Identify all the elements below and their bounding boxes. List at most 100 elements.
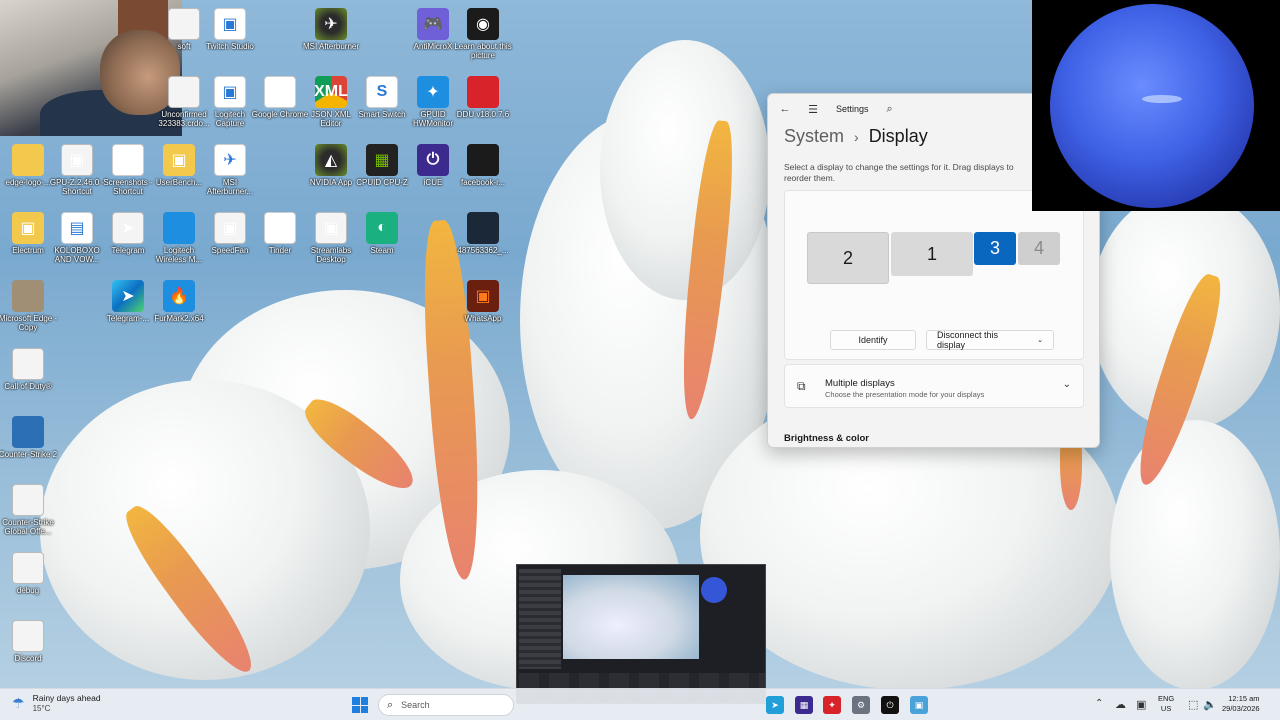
icon-unconfirmed-download-icon	[168, 76, 200, 108]
desktop-icon-label: Call of Duty®	[4, 382, 52, 391]
icon-electrum-icon: ▣	[12, 212, 44, 244]
desktop-icon-label: facebook-r...	[460, 178, 506, 187]
expand-chevron-icon[interactable]: ⌄	[1063, 379, 1071, 390]
show-hidden-icons-chevron[interactable]: ⌃	[1095, 698, 1103, 709]
icon-smart-switch-icon: S	[366, 76, 398, 108]
desktop-icon-label: Discord	[14, 654, 42, 663]
back-arrow-icon[interactable]: ←	[778, 103, 792, 115]
weather-title: Rainy days ahead	[32, 693, 101, 703]
icon-discord[interactable]: Discord	[0, 620, 58, 663]
icon-call-of-duty[interactable]: Call of Duty®	[0, 348, 58, 391]
icon-csgo-icon	[12, 484, 44, 516]
icon-msi-afterburner-2[interactable]: ✈ MSI Afterburner...	[200, 144, 260, 196]
chevron-right-icon: ›	[854, 128, 859, 145]
monitor-2[interactable]: 2	[807, 232, 889, 284]
chevron-down-icon: ⌄	[1037, 337, 1043, 344]
weather-temp: 15°C	[32, 704, 51, 713]
icon-whatsapp[interactable]: ▣ WhatsApp	[453, 280, 513, 323]
taskbar-search[interactable]: ⌕ Search	[378, 694, 514, 716]
icon-facebook-folder[interactable]: facebook-r...	[453, 144, 513, 187]
icon-edge-copy-icon	[12, 280, 44, 312]
taskbar: ☂ Rainy days ahead 15°C ⌕ Search ➤ ▦ ✦ ⚙…	[0, 688, 1280, 720]
icon-csgo[interactable]: Counter-Strike Global Offe...	[0, 484, 58, 536]
monitor-1[interactable]: 1	[891, 232, 973, 276]
settings-gear-icon[interactable]: ⚙	[852, 696, 870, 714]
volume-icon[interactable]: 🔈	[1203, 698, 1217, 711]
desktop-icon-label: Counter-Strike 2	[0, 450, 58, 459]
icon-screenshots-icon	[112, 144, 144, 176]
system-clock[interactable]: 12:15 am 29/03/2026	[1222, 694, 1260, 714]
breadcrumb: System › Display	[784, 126, 928, 147]
icon-google-chrome-icon	[264, 76, 296, 108]
icon-ddu[interactable]: DDU v18.0.7.6	[453, 76, 513, 119]
multiple-displays-title: Multiple displays	[825, 378, 895, 389]
hamburger-menu-icon[interactable]: ☰	[806, 103, 820, 116]
cpuz-taskbar-icon[interactable]: ▦	[795, 696, 813, 714]
icon-json-xml-editor-icon: XML	[314, 76, 348, 108]
network-icon[interactable]: ☁	[1115, 698, 1126, 711]
display-hint-text: Select a display to change the settings …	[784, 162, 1014, 183]
start-button[interactable]	[352, 697, 368, 713]
tray-app-icon[interactable]: ▣	[1136, 698, 1146, 711]
icon-furmark-icon: 🔥	[163, 280, 195, 312]
icue-taskbar-icon[interactable]: ⏻	[881, 696, 899, 714]
search-placeholder: Search	[401, 700, 430, 710]
multiple-displays-card[interactable]: ⧉ Multiple displays Choose the presentat…	[784, 364, 1084, 408]
icon-speedfan-icon: ▣	[214, 212, 246, 244]
desktop-icon-label: FurMark2.x64	[154, 314, 204, 323]
icon-twitch-studio[interactable]: ▣ Twitch Studio	[200, 8, 260, 51]
monitor-4[interactable]: 4	[1018, 232, 1060, 265]
search-icon: ⌕	[387, 698, 394, 711]
icon-edge-logo-icon	[12, 144, 44, 176]
icon-gpuz-icon: ▣	[61, 144, 93, 176]
icon-steam[interactable]: ◐ Steam	[352, 212, 412, 255]
icon-logitech-wireless-icon	[163, 212, 195, 244]
notification-icon[interactable]: ⬚	[1188, 698, 1198, 711]
icon-learn-about-picture[interactable]: ◉ Learn about this picture	[453, 8, 513, 60]
identify-label: Identify	[858, 335, 888, 345]
display-taskbar-icon[interactable]: ▣	[910, 696, 928, 714]
icon-ddu-icon	[467, 76, 499, 108]
weather-widget[interactable]: ☂ Rainy days ahead 15°C	[12, 693, 101, 714]
telegram-taskbar-icon[interactable]: ➤	[766, 696, 784, 714]
icon-cpuz-icon: ▦	[366, 144, 398, 176]
icon-koloboxo-icon: ▤	[61, 212, 93, 244]
neptune-planet	[1050, 4, 1254, 208]
icon-logitech-capture-icon: ▣	[214, 76, 246, 108]
rain-cloud-icon: ☂	[12, 695, 25, 711]
icon-whatsapp-icon: ▣	[467, 280, 499, 312]
icon-icue-icon: ⏻	[417, 144, 449, 176]
icon-nvidia-app-icon: ◭	[315, 144, 347, 176]
disconnect-display-dropdown[interactable]: Disconnect this display ⌄	[926, 330, 1054, 350]
icon-twitch-studio-icon: ▣	[214, 8, 246, 40]
identify-button[interactable]: Identify	[830, 330, 916, 350]
icon-learn-about-picture-icon: ◉	[467, 8, 499, 40]
icon-msi-afterburner-2-icon: ✈	[214, 144, 246, 176]
icon-msi-afterburner-icon: ✈	[315, 8, 347, 40]
icon-cs2[interactable]: Counter-Strike 2	[0, 416, 58, 459]
hwmonitor-taskbar-icon[interactable]: ✦	[823, 696, 841, 714]
icon-furmark[interactable]: 🔥 FurMark2.x64	[149, 280, 209, 323]
clock-date: 29/03/2026	[1222, 704, 1260, 713]
icon-edge-copy[interactable]: Microsoft Edge - Copy	[0, 280, 58, 332]
icon-streamlabs-icon: ▣	[315, 212, 347, 244]
taskbar-window-preview[interactable]	[516, 564, 766, 704]
desktop-icon-label: Microsoft Edge - Copy	[0, 314, 58, 332]
icon-msi-afterburner[interactable]: ✈ MSI Afterburner	[301, 8, 361, 51]
breadcrumb-system[interactable]: System	[784, 126, 844, 147]
language-indicator[interactable]: ENG US	[1158, 694, 1174, 714]
icon-image-file[interactable]: 487563362_...	[453, 212, 513, 255]
icon-debug-icon	[12, 552, 44, 584]
desktop-icon-label: Learn about this picture	[454, 42, 512, 60]
icon-soft-icon	[168, 8, 200, 40]
desktop-icon-label: Twitch Studio	[206, 42, 254, 51]
icon-debug[interactable]: debug	[0, 552, 58, 595]
disconnect-label: Disconnect this display	[937, 330, 999, 350]
neptune-image-overlay	[1032, 0, 1280, 211]
search-icon[interactable]: ⌕	[883, 103, 897, 116]
desktop-icon-label: DDU v18.0.7.6	[456, 110, 510, 119]
desktop-icon-label: debug	[16, 586, 40, 595]
icon-facebook-folder-icon	[467, 144, 499, 176]
icon-antimicrox-icon: 🎮	[417, 8, 449, 40]
monitor-3-selected[interactable]: 3	[974, 232, 1016, 265]
